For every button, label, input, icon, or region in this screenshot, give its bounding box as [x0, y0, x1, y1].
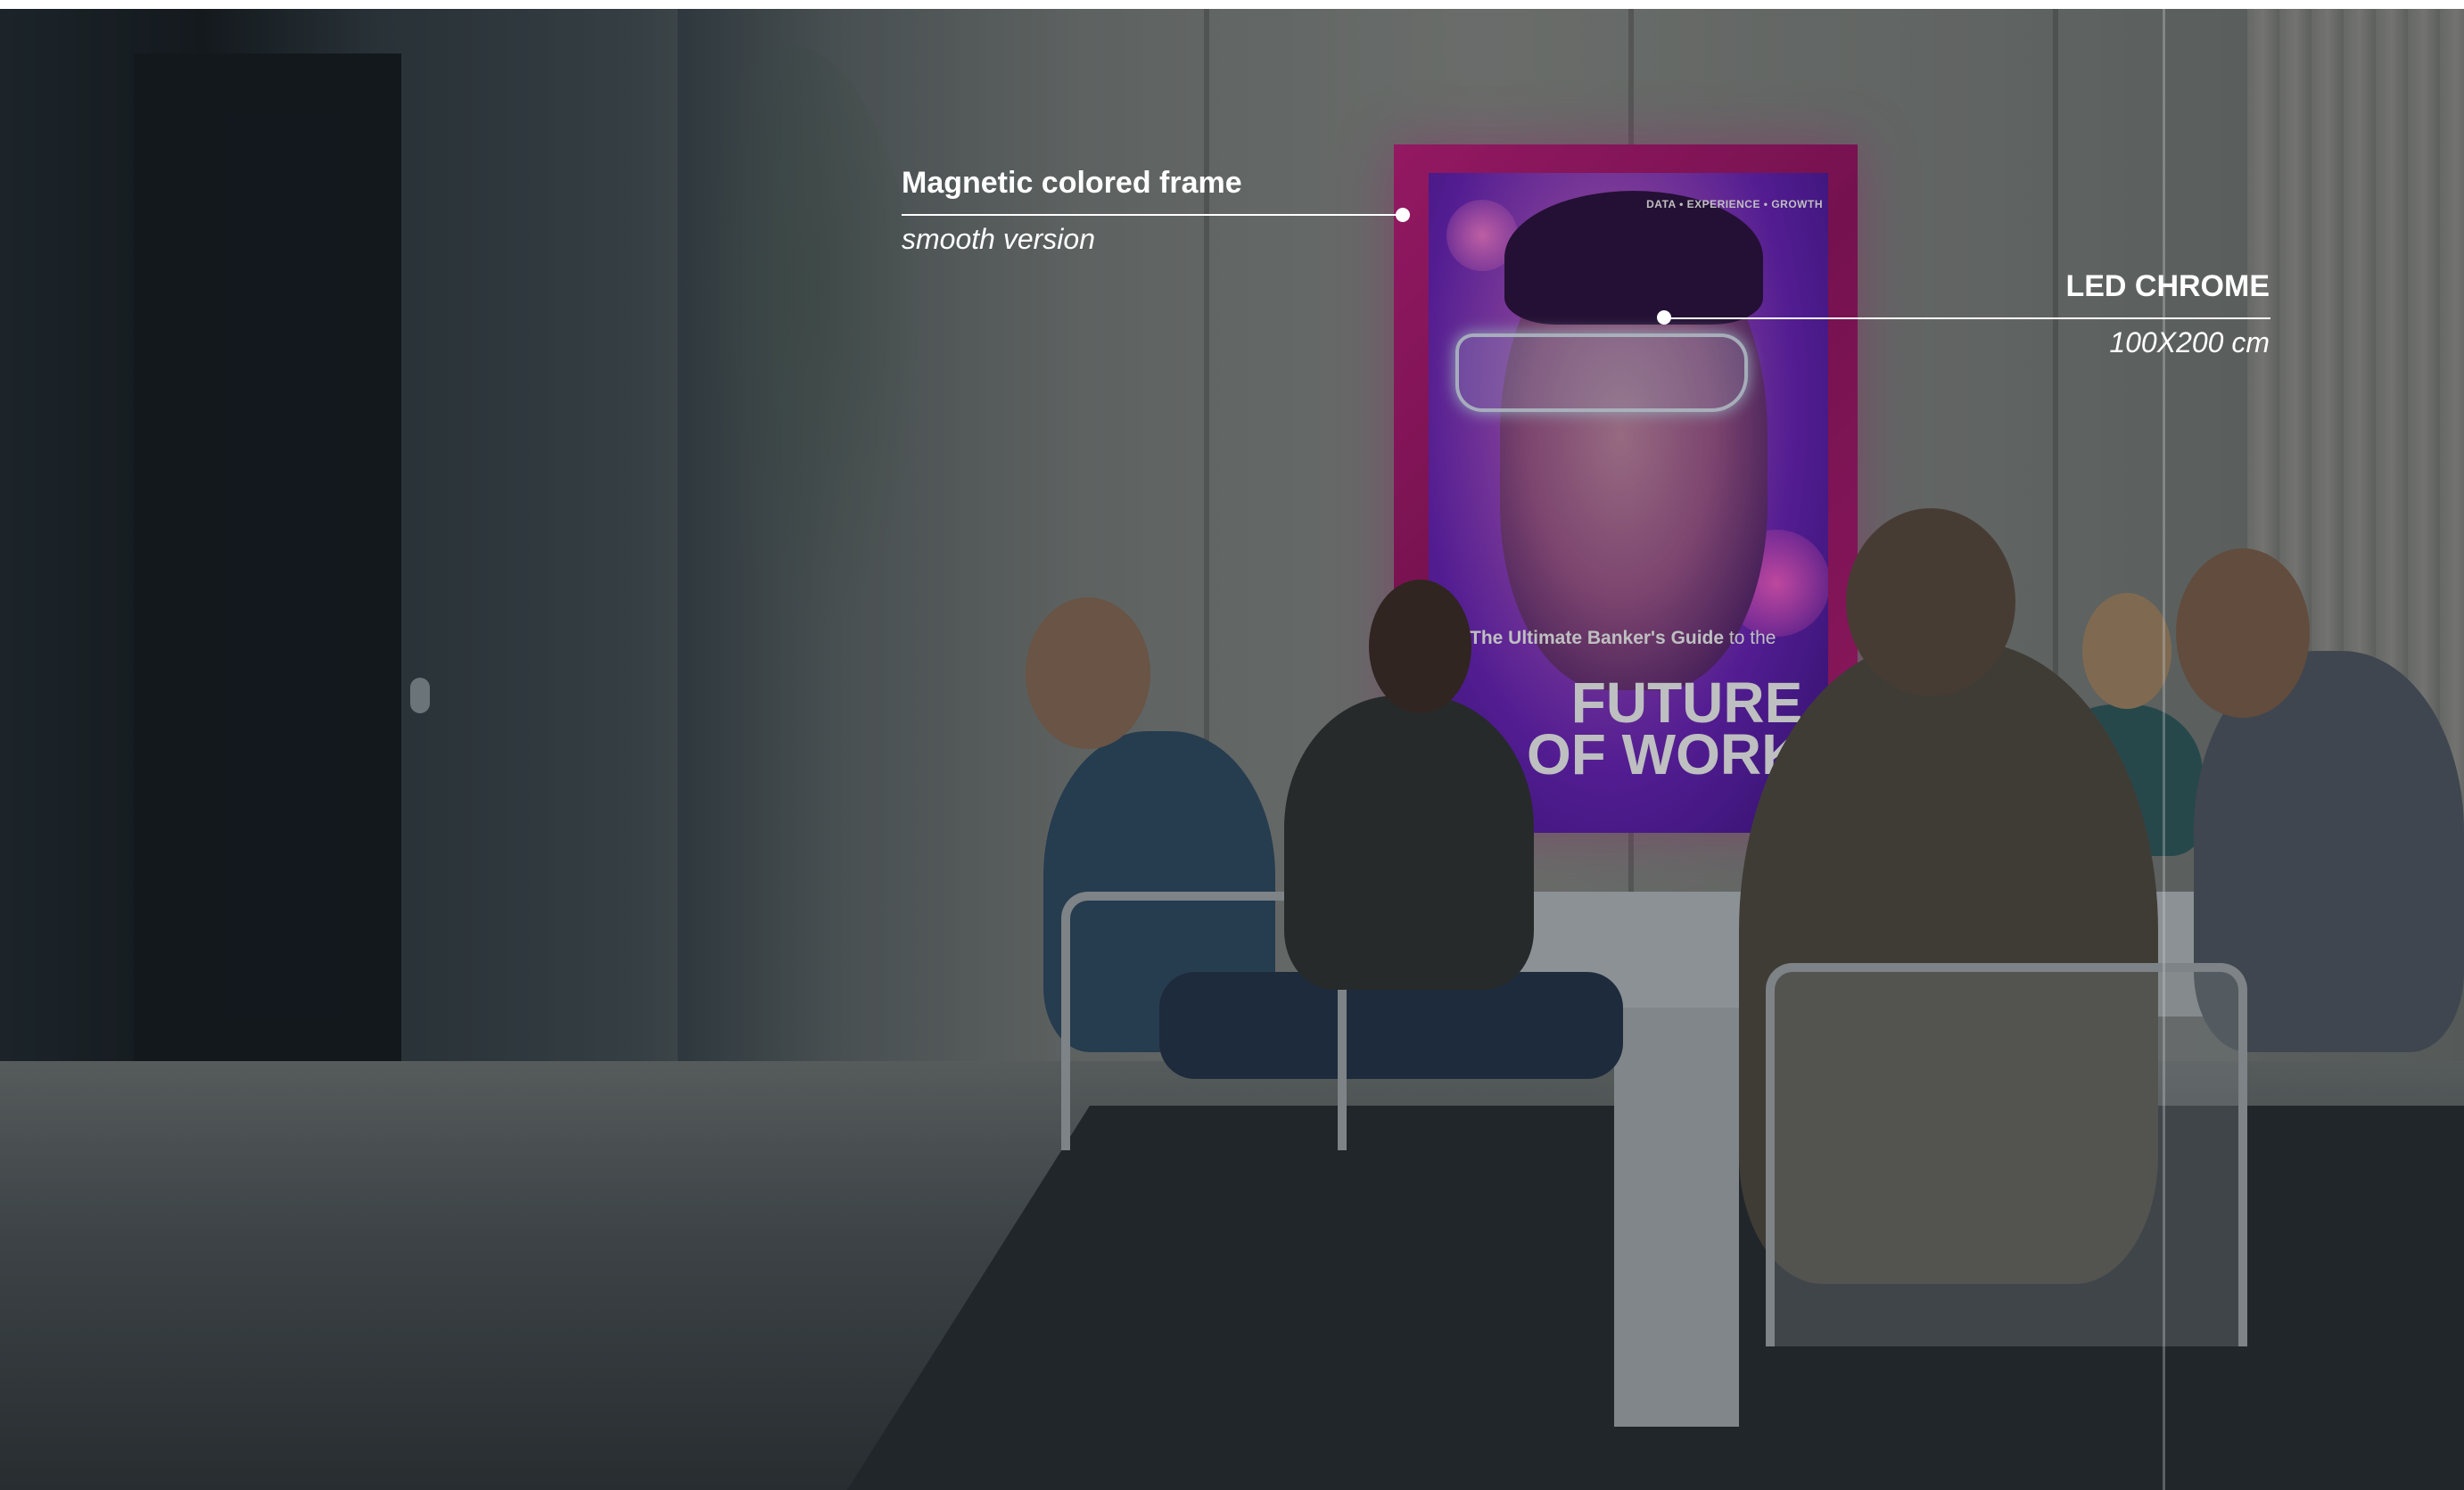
- frame-annotation-line: [902, 214, 1403, 216]
- led-annotation-dot: [1657, 310, 1671, 325]
- person-bearded-head: [2176, 548, 2310, 718]
- meeting-room-photo: DATA • EXPERIENCE • GROWTH The Ultimate …: [0, 9, 2464, 1490]
- poster-header-text: DATA • EXPERIENCE • GROWTH: [1646, 198, 1823, 210]
- table-leg: [1614, 1008, 1739, 1427]
- poster-goggles: [1455, 333, 1748, 412]
- door-handle: [410, 678, 430, 713]
- poster-subtitle-light: to the: [1728, 628, 1776, 648]
- frame-annotation-dot: [1396, 208, 1410, 222]
- led-annotation-title: LED CHROME: [2065, 269, 2270, 303]
- frame-annotation-subtitle: smooth version: [902, 223, 1095, 255]
- person-man-head: [1369, 580, 1471, 713]
- person-blonde-head: [2082, 593, 2171, 709]
- poster-subtitle-bold: The Ultimate Banker's Guide: [1470, 628, 1725, 648]
- person-man-body: [1284, 696, 1534, 990]
- poster-hair: [1504, 191, 1763, 325]
- dark-door: [134, 54, 401, 1141]
- person-woman-head: [1026, 597, 1150, 749]
- poster-title: FUTURE OF WORK: [1527, 671, 1803, 786]
- chair: [1766, 963, 2247, 1346]
- led-annotation-subtitle: 100X200 cm: [2109, 326, 2270, 358]
- led-annotation-line: [1664, 317, 2270, 319]
- glass-edge: [2163, 9, 2165, 1490]
- person-back-head: [1846, 508, 2015, 696]
- frame-annotation-title: Magnetic colored frame: [902, 166, 1242, 200]
- poster-subtitle: The Ultimate Banker's Guide to the: [1470, 626, 1776, 650]
